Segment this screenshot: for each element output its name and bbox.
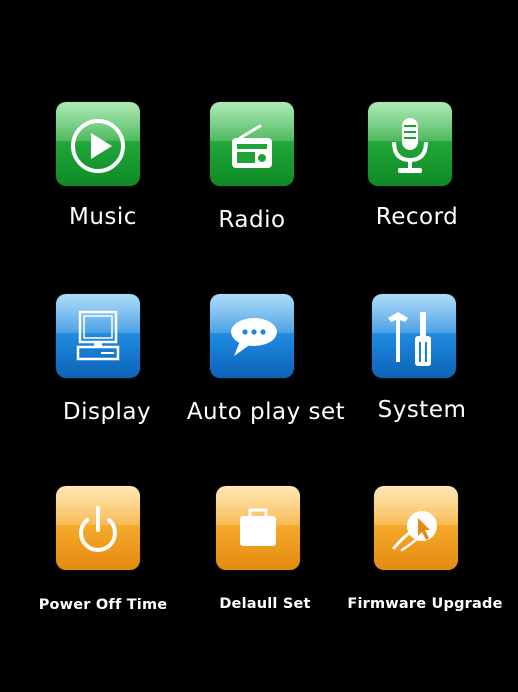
system-button[interactable] [372, 294, 456, 378]
system-label: System [377, 397, 467, 423]
upgrade-arrow-icon [392, 511, 437, 552]
power-off-time-label: Power Off Time [38, 597, 168, 613]
default-set-button[interactable] [216, 486, 300, 570]
power-icon [79, 506, 117, 552]
briefcase-icon [240, 508, 276, 546]
record-button[interactable] [368, 102, 452, 186]
auto-play-set-label: Auto play set [186, 399, 346, 425]
music-label: Music [69, 204, 137, 230]
main-menu-screen: Music Radio Record Display Auto play set… [0, 0, 518, 692]
microphone-icon [392, 118, 428, 173]
power-off-time-button[interactable] [56, 486, 140, 570]
radio-button[interactable] [210, 102, 294, 186]
auto-play-set-button[interactable] [210, 294, 294, 378]
default-set-label: Delaull Set [219, 596, 311, 612]
play-icon [71, 119, 125, 173]
display-button[interactable] [56, 294, 140, 378]
music-button[interactable] [56, 102, 140, 186]
firmware-upgrade-button[interactable] [374, 486, 458, 570]
speech-bubble-icon [231, 318, 277, 356]
display-label: Display [62, 399, 152, 425]
tools-icon [388, 312, 431, 366]
radio-icon [232, 124, 272, 168]
record-label: Record [375, 204, 459, 230]
monitor-icon [76, 310, 120, 361]
firmware-upgrade-label: Firmware Upgrade [347, 596, 503, 612]
radio-label: Radio [218, 207, 286, 233]
